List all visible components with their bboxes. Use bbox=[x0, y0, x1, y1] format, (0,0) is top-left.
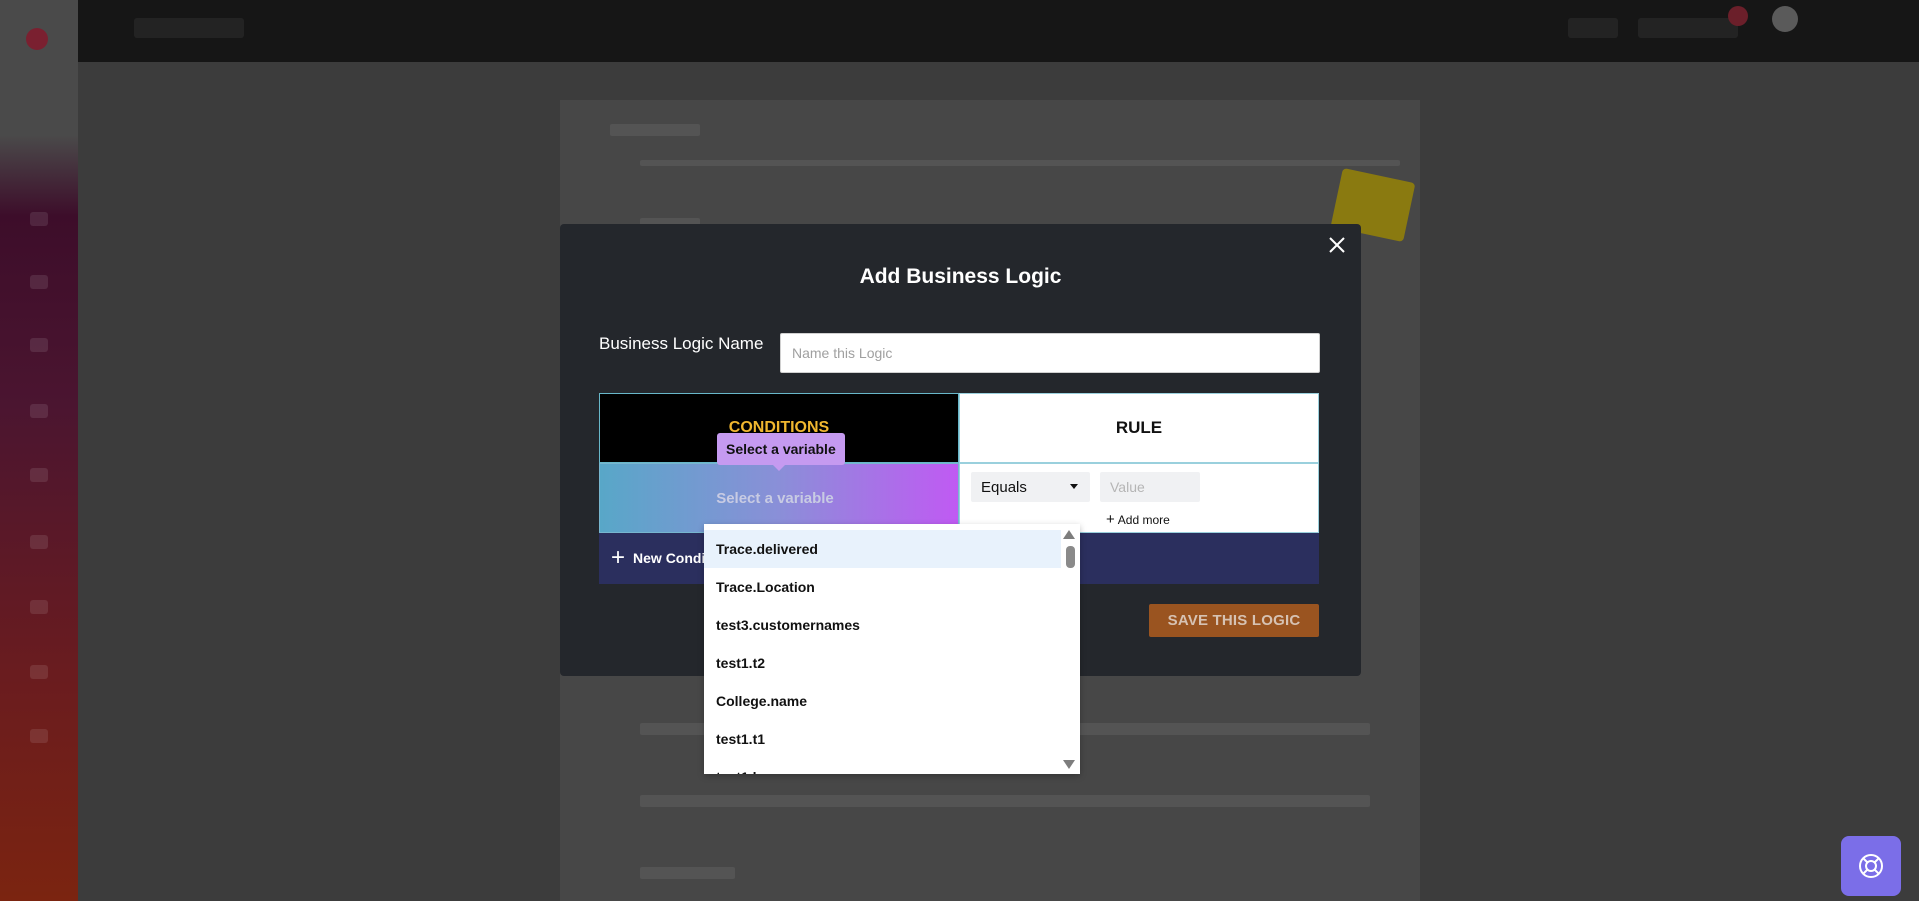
app-sidebar bbox=[0, 0, 78, 901]
operator-select[interactable]: Equals bbox=[971, 472, 1090, 502]
app-topbar bbox=[78, 0, 1919, 62]
dropdown-option[interactable]: test1.hc bbox=[704, 758, 1061, 774]
modal-title: Add Business Logic bbox=[859, 265, 1062, 288]
dropdown-option[interactable]: test1.t1 bbox=[704, 720, 1061, 758]
close-button[interactable] bbox=[1326, 234, 1348, 256]
background-text bbox=[610, 124, 700, 136]
app-logo bbox=[26, 28, 48, 50]
sidebar-nav-icon bbox=[30, 729, 48, 743]
background-text bbox=[640, 795, 1370, 807]
close-icon bbox=[1329, 237, 1345, 253]
sidebar-nav-icon bbox=[30, 600, 48, 614]
scroll-down-arrow-icon[interactable] bbox=[1063, 760, 1075, 769]
new-condition-button[interactable]: + New Condi bbox=[611, 544, 706, 571]
business-logic-name-input[interactable] bbox=[780, 333, 1320, 373]
value-input[interactable] bbox=[1100, 472, 1200, 502]
background-ruler bbox=[640, 160, 1400, 166]
help-button[interactable] bbox=[1841, 836, 1901, 896]
variable-tooltip: Select a variable bbox=[717, 433, 845, 471]
save-logic-button[interactable]: SAVE THIS LOGIC bbox=[1149, 604, 1319, 637]
plus-icon: + bbox=[611, 544, 626, 571]
add-more-label: Add more bbox=[1117, 513, 1170, 527]
plus-icon: + bbox=[1106, 511, 1115, 528]
variable-select-placeholder: Select a variable bbox=[716, 489, 834, 507]
lifebuoy-icon bbox=[1859, 854, 1883, 878]
new-condition-label: New Condi bbox=[633, 550, 706, 566]
scrollbar-thumb[interactable] bbox=[1066, 546, 1075, 568]
dropdown-option[interactable]: test1.t2 bbox=[704, 644, 1061, 682]
sidebar-nav-icon bbox=[30, 275, 48, 289]
sidebar-nav-icon bbox=[30, 338, 48, 352]
business-logic-name-label: Business Logic Name bbox=[599, 334, 764, 353]
sidebar-nav-icon bbox=[30, 212, 48, 226]
background-text bbox=[640, 867, 735, 879]
sidebar-nav-icon bbox=[30, 665, 48, 679]
topbar-item bbox=[1638, 18, 1738, 38]
topbar-title bbox=[134, 18, 244, 38]
sidebar-nav-icon bbox=[30, 404, 48, 418]
avatar bbox=[1772, 6, 1798, 32]
add-more-button[interactable]: + Add more bbox=[1106, 511, 1170, 528]
operator-select-value: Equals bbox=[981, 478, 1027, 496]
dropdown-option[interactable]: Trace.delivered bbox=[704, 530, 1061, 568]
scroll-up-arrow-icon[interactable] bbox=[1063, 530, 1075, 539]
topbar-item bbox=[1568, 18, 1618, 38]
variable-select[interactable]: Select a variable bbox=[599, 463, 959, 533]
notification-icon bbox=[1728, 6, 1748, 26]
sidebar-nav-icon bbox=[30, 468, 48, 482]
dropdown-option[interactable]: College.name bbox=[704, 682, 1061, 720]
caret-down-icon bbox=[1070, 484, 1078, 489]
sidebar-nav-icon bbox=[30, 535, 48, 549]
tab-rule[interactable]: RULE bbox=[959, 393, 1319, 463]
variable-dropdown[interactable]: Trace.delivered Trace.Location test3.cus… bbox=[704, 524, 1080, 774]
dropdown-option[interactable]: test3.customernames bbox=[704, 606, 1061, 644]
dropdown-option[interactable]: Trace.Location bbox=[704, 568, 1061, 606]
